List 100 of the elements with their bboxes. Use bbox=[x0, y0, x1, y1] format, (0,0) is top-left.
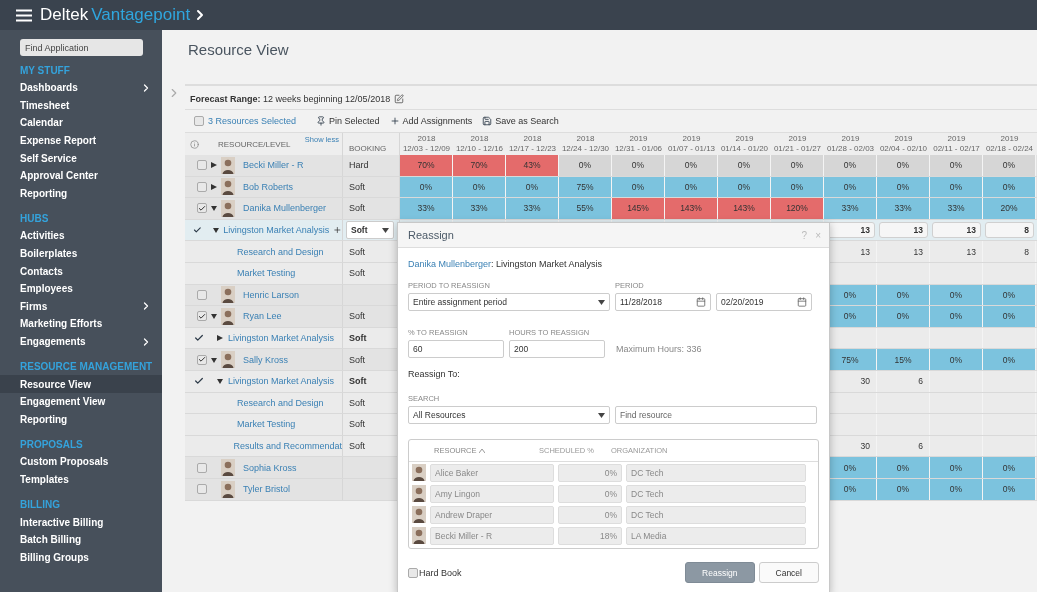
nav-item[interactable]: Batch Billing bbox=[0, 530, 162, 549]
allocation-cell[interactable]: 33% bbox=[400, 198, 453, 219]
allocation-cell[interactable]: 75% bbox=[559, 176, 612, 198]
allocation-cell[interactable]: 0% bbox=[983, 155, 1036, 176]
nav-item[interactable]: Engagement View bbox=[0, 392, 162, 411]
allocation-cell[interactable]: 33% bbox=[877, 198, 930, 219]
checkbox[interactable] bbox=[197, 311, 207, 322]
collapse-icon[interactable] bbox=[217, 378, 223, 385]
allocation-cell[interactable]: 0% bbox=[877, 457, 930, 478]
allocation-cell[interactable]: 55% bbox=[559, 198, 612, 219]
end-date-field[interactable]: 02/20/2019 bbox=[716, 293, 812, 311]
allocation-cell[interactable]: 15% bbox=[877, 349, 930, 370]
calendar-icon[interactable] bbox=[696, 297, 706, 307]
nav-item[interactable]: Self Service bbox=[0, 149, 162, 167]
expand-icon[interactable] bbox=[211, 162, 217, 169]
allocation-cell[interactable]: 33% bbox=[506, 198, 559, 219]
resource-name[interactable]: Tyler Bristol bbox=[243, 484, 290, 495]
scope-select[interactable]: All Resources bbox=[408, 406, 610, 424]
level-name[interactable]: Research and Design bbox=[237, 246, 324, 257]
allocation-cell[interactable]: 0% bbox=[665, 176, 718, 198]
resource-name[interactable]: Sophia Kross bbox=[243, 462, 297, 473]
nav-item[interactable]: Boilerplates bbox=[0, 244, 162, 263]
hours-input[interactable]: 13 bbox=[879, 221, 928, 239]
nav-item[interactable]: Templates bbox=[0, 470, 162, 489]
nav-item[interactable]: Reporting bbox=[0, 410, 162, 429]
search-field[interactable]: Find Application bbox=[20, 39, 143, 56]
allocation-cell[interactable]: 0% bbox=[930, 306, 983, 327]
allocation-cell[interactable]: 0% bbox=[983, 176, 1036, 198]
percent-field[interactable]: 60 bbox=[408, 340, 504, 358]
nav-item[interactable]: Activities bbox=[0, 227, 162, 245]
toolbar-action[interactable]: Save as Search bbox=[482, 116, 559, 126]
allocation-cell[interactable]: 0% bbox=[983, 284, 1036, 306]
allocation-cell[interactable]: 145% bbox=[612, 198, 665, 219]
menu-icon[interactable] bbox=[16, 8, 32, 22]
collapse-icon[interactable] bbox=[211, 205, 217, 212]
allocation-cell[interactable]: 0% bbox=[983, 349, 1036, 370]
allocation-cell[interactable]: 0% bbox=[612, 155, 665, 176]
allocation-cell[interactable]: 0% bbox=[400, 176, 453, 198]
resource-name[interactable]: Bob Roberts bbox=[243, 181, 294, 192]
assignment-name[interactable]: Livingston Market Analysis bbox=[223, 225, 330, 236]
add-icon[interactable] bbox=[333, 225, 342, 236]
resource-name[interactable]: Henric Larson bbox=[243, 289, 300, 300]
start-date-field[interactable]: 11/28/2018 bbox=[615, 293, 711, 311]
nav-item[interactable]: Firms bbox=[0, 297, 162, 316]
nav-item[interactable]: Marketing Efforts bbox=[0, 315, 162, 333]
allocation-cell[interactable]: 20% bbox=[983, 198, 1036, 219]
checkbox[interactable] bbox=[197, 289, 207, 300]
booking-select[interactable]: Soft bbox=[346, 221, 394, 240]
allocation-cell[interactable]: 0% bbox=[930, 457, 983, 478]
period-select[interactable]: Entire assignment period bbox=[408, 293, 610, 311]
allocation-cell[interactable]: 0% bbox=[930, 478, 983, 500]
allocation-cell[interactable]: 0% bbox=[506, 176, 559, 198]
nav-item[interactable]: Billing Groups bbox=[0, 548, 162, 567]
checkbox[interactable] bbox=[197, 160, 207, 171]
allocation-cell[interactable]: 33% bbox=[930, 198, 983, 219]
allocation-cell[interactable]: 0% bbox=[718, 155, 771, 176]
level-name[interactable]: Results and Recommendat bbox=[233, 441, 342, 451]
nav-item[interactable]: Reporting bbox=[0, 184, 162, 203]
allocation-cell[interactable]: 70% bbox=[453, 155, 506, 176]
selection-link[interactable]: 3 Resources Selected bbox=[208, 116, 297, 126]
allocation-cell[interactable]: 70% bbox=[400, 155, 453, 176]
allocation-cell[interactable]: 33% bbox=[824, 198, 877, 219]
allocation-cell[interactable]: 0% bbox=[877, 155, 930, 176]
allocation-cell[interactable]: 0% bbox=[930, 349, 983, 370]
level-name[interactable]: Market Testing bbox=[237, 268, 296, 279]
allocation-cell[interactable]: 0% bbox=[453, 176, 506, 198]
nav-item[interactable]: Calendar bbox=[0, 114, 162, 132]
nav-item[interactable]: Interactive Billing bbox=[0, 513, 162, 531]
allocation-cell[interactable]: 33% bbox=[453, 198, 506, 219]
level-name[interactable]: Market Testing bbox=[237, 419, 296, 430]
allocation-cell[interactable]: 0% bbox=[930, 284, 983, 306]
nav-item[interactable]: Resource View bbox=[0, 375, 162, 393]
toolbar-action[interactable]: Add Assignments bbox=[389, 116, 473, 126]
assignment-name[interactable]: Livingston Market Analysis bbox=[228, 333, 335, 344]
calendar-icon[interactable] bbox=[797, 297, 807, 307]
allocation-cell[interactable]: 0% bbox=[877, 176, 930, 198]
nav-item[interactable]: Dashboards bbox=[0, 79, 162, 97]
allocation-cell[interactable]: 0% bbox=[877, 284, 930, 306]
resource-name[interactable]: Ryan Lee bbox=[243, 311, 282, 322]
resource-name[interactable]: Sally Kross bbox=[243, 354, 288, 365]
nav-item[interactable]: Custom Proposals bbox=[0, 453, 162, 471]
nav-item[interactable]: Timesheet bbox=[0, 96, 162, 115]
toolbar-action[interactable]: Pin Selected bbox=[316, 116, 380, 126]
checkbox[interactable] bbox=[197, 203, 207, 214]
allocation-cell[interactable]: 0% bbox=[612, 176, 665, 198]
nav-item[interactable]: Employees bbox=[0, 279, 162, 298]
allocation-cell[interactable]: 0% bbox=[930, 176, 983, 198]
edit-icon[interactable] bbox=[394, 93, 405, 104]
checkbox[interactable] bbox=[197, 484, 207, 495]
assignment-name[interactable]: Livingston Market Analysis bbox=[228, 376, 335, 387]
level-name[interactable]: Research and Design bbox=[237, 397, 324, 408]
allocation-cell[interactable]: 0% bbox=[665, 155, 718, 176]
hours-input[interactable]: 8 bbox=[985, 221, 1034, 239]
allocation-cell[interactable]: 120% bbox=[771, 198, 824, 219]
collapse-icon[interactable] bbox=[211, 356, 217, 363]
cancel-button[interactable]: Cancel bbox=[758, 562, 819, 583]
hard-book-checkbox[interactable]: Hard Book bbox=[408, 567, 682, 578]
resource-name[interactable]: Danika Mullenberger bbox=[243, 203, 327, 214]
allocation-cell[interactable]: 0% bbox=[824, 176, 877, 198]
nav-item[interactable]: Contacts bbox=[0, 262, 162, 280]
